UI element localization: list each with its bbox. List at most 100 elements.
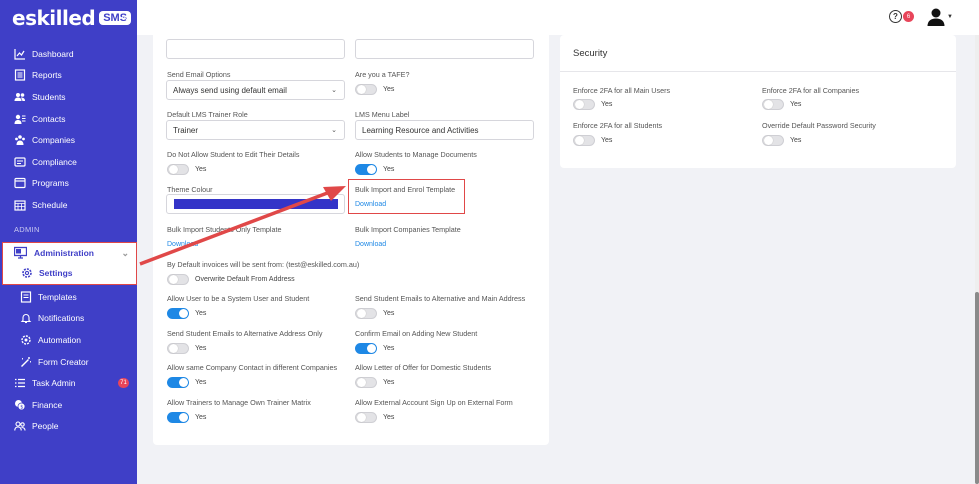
- theme-colour-picker[interactable]: [166, 194, 345, 214]
- sidebar-item-label: Contacts: [32, 113, 66, 124]
- letter-offer-toggle-row: Yes: [355, 377, 394, 388]
- override-address-toggle[interactable]: [167, 274, 189, 285]
- sidebar-item-dashboard[interactable]: Dashboard: [0, 43, 137, 65]
- compliance-icon: [14, 156, 26, 168]
- logo[interactable]: eskilled SMS: [12, 6, 132, 30]
- tafe-label: Are you a TAFE?: [355, 70, 410, 79]
- external-signup-toggle[interactable]: [355, 412, 377, 423]
- letter-offer-label: Allow Letter of Offer for Domestic Stude…: [355, 363, 492, 372]
- confirm-email-label: Confirm Email on Adding New Student: [355, 329, 478, 338]
- user-menu-caret-icon[interactable]: ▼: [947, 14, 953, 20]
- toggle-text: Yes: [383, 379, 395, 386]
- 2fa-companies-toggle-row: Yes: [762, 99, 801, 110]
- bulk-companies-label: Bulk Import Companies Template: [355, 225, 461, 234]
- company-contact-toggle[interactable]: [167, 377, 189, 388]
- sidebar-item-reports[interactable]: Reports: [0, 65, 137, 87]
- sidebar-nav: Dashboard Reports Students Contacts Comp…: [0, 43, 137, 237]
- trainer-matrix-toggle[interactable]: [167, 412, 189, 423]
- wand-icon: [20, 356, 32, 368]
- send-email-options-value: Always send using default email: [173, 85, 287, 95]
- toggle-text: Yes: [195, 310, 207, 317]
- sidebar-item-people[interactable]: People: [0, 416, 137, 438]
- override-password-toggle-row: Yes: [762, 135, 801, 146]
- bulk-students-download-link[interactable]: Download: [167, 241, 198, 248]
- alt-main-address-toggle-row: Yes: [355, 308, 394, 319]
- toggle-text: Yes: [383, 166, 395, 173]
- sidebar-item-task-admin[interactable]: Task Admin 71: [0, 372, 137, 394]
- collapse-sidebar-icon[interactable]: «: [121, 10, 128, 24]
- toggle-text: Yes: [195, 414, 207, 421]
- bell-icon: [20, 312, 32, 324]
- sidebar-item-templates[interactable]: Templates: [0, 286, 137, 308]
- clipped-input-right[interactable]: [355, 39, 534, 59]
- alt-only-toggle[interactable]: [167, 343, 189, 354]
- 2fa-students-toggle[interactable]: [573, 135, 595, 146]
- templates-icon: [20, 291, 32, 303]
- confirm-email-toggle[interactable]: [355, 343, 377, 354]
- trainer-matrix-toggle-row: Yes: [167, 412, 206, 423]
- companies-icon: [14, 134, 26, 146]
- tafe-toggle-row: Yes: [355, 84, 394, 95]
- chevron-down-icon: ⌄: [331, 127, 337, 134]
- automation-icon: [20, 334, 32, 346]
- chevron-down-icon: ⌄: [121, 248, 129, 258]
- 2fa-students-label: Enforce 2FA for all Students: [573, 121, 663, 130]
- no-edit-details-toggle-row: Yes: [167, 164, 206, 175]
- sidebar-item-finance[interactable]: $ Finance: [0, 394, 137, 416]
- administration-subnav: Templates Notifications Automation Form …: [0, 286, 137, 437]
- lms-menu-input[interactable]: Learning Resource and Activities: [355, 120, 534, 140]
- sidebar-item-label: Finance: [32, 399, 63, 410]
- 2fa-main-users-toggle-row: Yes: [573, 99, 612, 110]
- programs-icon: [14, 177, 26, 189]
- send-email-options-select[interactable]: Always send using default email ⌄: [166, 80, 345, 100]
- sidebar-item-label: Schedule: [32, 199, 68, 210]
- svg-text:$: $: [20, 404, 23, 410]
- sidebar-item-administration[interactable]: Administration ⌄: [3, 243, 136, 263]
- sidebar-item-companies[interactable]: Companies: [0, 129, 137, 151]
- sidebar-item-label: Templates: [38, 291, 77, 302]
- toggle-text: Yes: [195, 345, 207, 352]
- toggle-text: Yes: [383, 86, 395, 93]
- bulk-students-label: Bulk Import Students Only Template: [167, 225, 282, 234]
- sidebar-item-notifications[interactable]: Notifications: [0, 308, 137, 330]
- sidebar-item-students[interactable]: Students: [0, 86, 137, 108]
- 2fa-main-users-toggle[interactable]: [573, 99, 595, 110]
- notification-badge[interactable]: 6: [903, 11, 914, 22]
- sidebar-item-form-creator[interactable]: Form Creator: [0, 351, 137, 373]
- sidebar: eskilled SMS « Dashboard Reports Student…: [0, 0, 137, 484]
- toggle-text: Yes: [383, 310, 395, 317]
- sidebar-item-programs[interactable]: Programs: [0, 173, 137, 195]
- logo-text: eskilled: [12, 6, 96, 30]
- sidebar-item-automation[interactable]: Automation: [0, 329, 137, 351]
- manage-documents-toggle[interactable]: [355, 164, 377, 175]
- user-avatar-icon[interactable]: [926, 7, 946, 27]
- settings-panel: Send Email Options Always send using def…: [153, 35, 549, 445]
- sidebar-item-settings[interactable]: Settings: [3, 263, 136, 283]
- override-address-label: Overwrite Default From Address: [195, 276, 295, 283]
- sidebar-item-label: Notifications: [38, 313, 85, 324]
- sidebar-item-compliance[interactable]: Compliance: [0, 151, 137, 173]
- external-signup-toggle-row: Yes: [355, 412, 394, 423]
- sidebar-item-schedule[interactable]: Schedule: [0, 194, 137, 216]
- sidebar-item-label: Compliance: [32, 156, 77, 167]
- override-password-toggle[interactable]: [762, 135, 784, 146]
- help-icon[interactable]: ?: [889, 10, 902, 23]
- tafe-toggle[interactable]: [355, 84, 377, 95]
- alt-main-address-toggle[interactable]: [355, 308, 377, 319]
- letter-offer-toggle[interactable]: [355, 377, 377, 388]
- toggle-text: Yes: [383, 414, 395, 421]
- sidebar-item-contacts[interactable]: Contacts: [0, 108, 137, 130]
- 2fa-companies-label: Enforce 2FA for all Companies: [762, 86, 860, 95]
- no-edit-details-toggle[interactable]: [167, 164, 189, 175]
- sidebar-item-label: Dashboard: [32, 48, 74, 59]
- clipped-input-left[interactable]: [166, 39, 345, 59]
- system-user-toggle[interactable]: [167, 308, 189, 319]
- bulk-enrol-highlight-box: [348, 179, 465, 214]
- scrollbar-thumb[interactable]: [975, 292, 979, 484]
- finance-icon: $: [14, 399, 26, 411]
- 2fa-companies-toggle[interactable]: [762, 99, 784, 110]
- toggle-text: Yes: [790, 101, 802, 108]
- trainer-role-select[interactable]: Trainer ⌄: [166, 120, 345, 140]
- chevron-down-icon: ⌄: [331, 87, 337, 94]
- bulk-companies-download-link[interactable]: Download: [355, 241, 386, 248]
